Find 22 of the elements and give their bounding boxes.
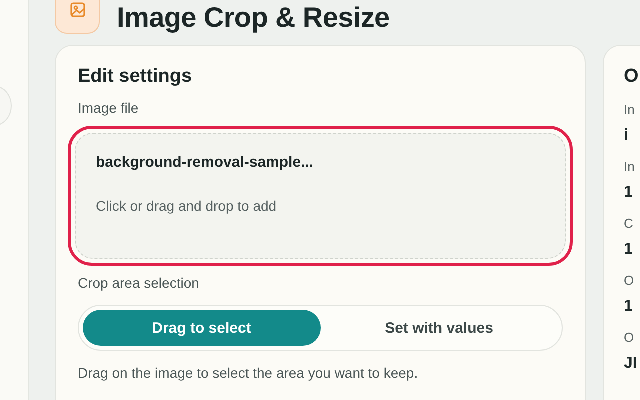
field-label: In [624,102,636,117]
help-text: Drag on the image to select the area you want to keep. [78,365,420,381]
page-title: Image Crop & Resize [117,1,390,34]
field-value: 1 [624,184,634,202]
file-drop-zone[interactable]: background-removal-sample... Click or drag and drop to add [75,133,566,259]
field-label: Image file [78,100,140,116]
field-value: 1 [624,241,634,259]
field-value: 1 [624,298,634,316]
drop-hint: Click or drag and drop to add [96,198,278,214]
field-label: Crop area selection [78,275,200,291]
field-value: i [624,127,630,145]
field-value: JI [624,355,638,373]
crop-mode-tab[interactable]: Set with values [320,310,558,346]
card-title: Edit settings [78,66,194,88]
card-title: O [624,66,640,88]
field-label: O [624,273,636,288]
image-icon [55,0,100,34]
field-label: C [624,216,634,231]
field-label: In [624,159,636,174]
file-name: background-removal-sample... [96,154,315,171]
field-label: O [624,330,636,345]
crop-mode-tab[interactable]: Drag to select [83,310,320,346]
